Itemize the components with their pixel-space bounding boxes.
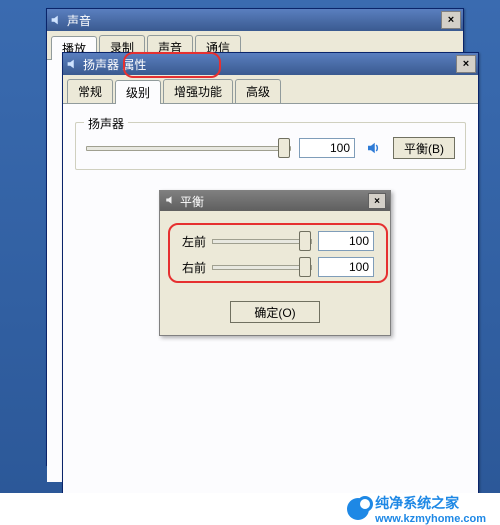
right-front-value[interactable]: 100 bbox=[318, 257, 374, 277]
close-icon[interactable]: × bbox=[368, 193, 386, 209]
tab-general[interactable]: 常规 bbox=[67, 79, 113, 103]
left-front-row: 左前 100 bbox=[176, 231, 374, 251]
volume-value[interactable]: 100 bbox=[299, 138, 355, 158]
balance-titlebar: 平衡 × bbox=[160, 191, 390, 211]
footer-site: www.kzmyhome.com bbox=[375, 513, 486, 525]
close-icon[interactable]: × bbox=[441, 11, 461, 29]
speaker-properties-window: 扬声器 属性 × 常规 级别 增强功能 高级 扬声器 100 bbox=[62, 52, 479, 524]
volume-slider[interactable] bbox=[86, 146, 291, 151]
right-front-row: 右前 100 bbox=[176, 257, 374, 277]
close-icon[interactable]: × bbox=[456, 55, 476, 73]
mute-icon[interactable] bbox=[363, 137, 385, 159]
tab-advanced[interactable]: 高级 bbox=[235, 79, 281, 103]
footer-brand: 纯净系统之家 bbox=[375, 493, 486, 513]
balance-ok-button[interactable]: 确定(O) bbox=[230, 301, 320, 323]
footer-logo: 纯净系统之家 www.kzmyhome.com bbox=[347, 493, 486, 525]
speaker-title: 扬声器 属性 bbox=[83, 56, 456, 73]
left-front-slider[interactable] bbox=[212, 239, 312, 244]
speaker-group: 扬声器 100 平衡(B) bbox=[75, 122, 466, 170]
speaker-icon bbox=[164, 194, 176, 209]
speaker-icon bbox=[49, 13, 63, 27]
speaker-group-label: 扬声器 bbox=[84, 115, 128, 132]
sound-titlebar: 声音 × bbox=[47, 9, 463, 31]
sound-title: 声音 bbox=[67, 12, 441, 29]
speaker-icon bbox=[65, 57, 79, 71]
tab-enhance[interactable]: 增强功能 bbox=[163, 79, 233, 103]
speaker-titlebar: 扬声器 属性 × bbox=[63, 53, 478, 75]
balance-button[interactable]: 平衡(B) bbox=[393, 137, 455, 159]
balance-title: 平衡 bbox=[180, 193, 368, 210]
footer: 纯净系统之家 www.kzmyhome.com bbox=[0, 493, 500, 525]
logo-icon bbox=[347, 498, 369, 520]
left-front-value[interactable]: 100 bbox=[318, 231, 374, 251]
left-front-label: 左前 bbox=[176, 233, 206, 250]
balance-window: 平衡 × 左前 100 右前 100 bbox=[159, 190, 391, 336]
right-front-slider[interactable] bbox=[212, 265, 312, 270]
speaker-tabs: 常规 级别 增强功能 高级 bbox=[63, 75, 478, 104]
right-front-label: 右前 bbox=[176, 259, 206, 276]
tab-levels[interactable]: 级别 bbox=[115, 80, 161, 104]
